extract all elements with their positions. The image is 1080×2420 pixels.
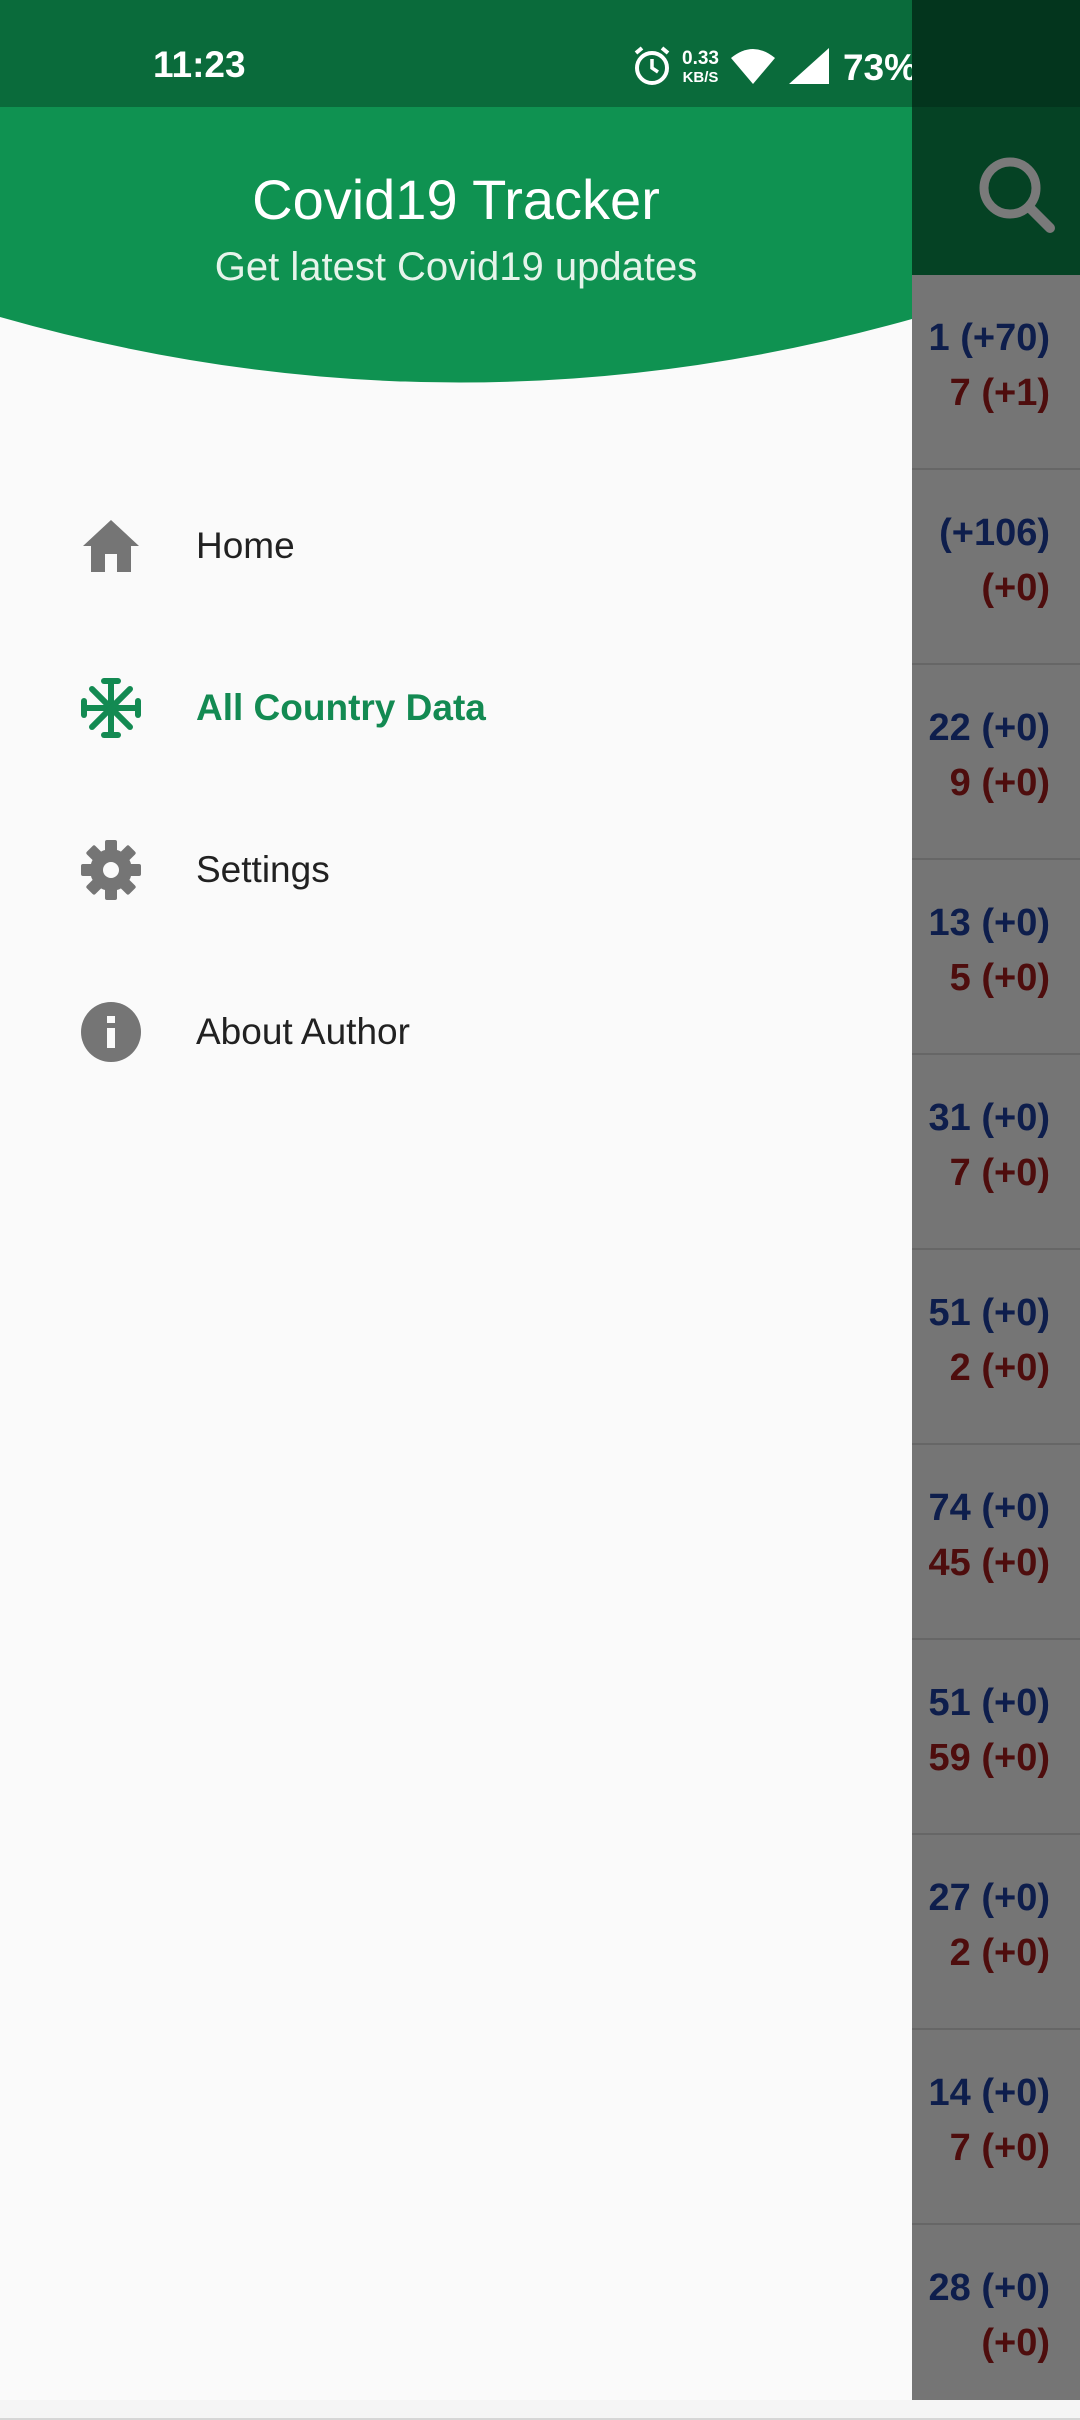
virus-icon xyxy=(78,675,144,741)
menu-item-label: All Country Data xyxy=(196,687,486,728)
gear-icon xyxy=(78,837,144,903)
menu-item-home[interactable]: Home xyxy=(0,465,912,627)
drawer-header: Covid19 Tracker Get latest Covid19 updat… xyxy=(0,107,912,407)
alarm-icon xyxy=(630,44,674,93)
drawer-subtitle: Get latest Covid19 updates xyxy=(214,245,698,289)
menu-item-label: Home xyxy=(196,525,295,566)
menu-item-all-country-data[interactable]: All Country Data xyxy=(0,627,912,789)
battery-percent: 73% xyxy=(842,47,912,88)
network-speed: 0.33 KB/S xyxy=(682,49,719,87)
drawer-title: Covid19 Tracker xyxy=(252,168,660,231)
navigation-drawer: 11:23 0.33 KB/S 73% Covid19 Tracker Get … xyxy=(0,0,912,2400)
drawer-menu: Home All Country Data Settings About Aut… xyxy=(0,465,912,1113)
info-icon xyxy=(78,999,144,1065)
menu-item-label: About Author xyxy=(196,1011,410,1052)
network-speed-unit: KB/S xyxy=(682,69,719,86)
status-bar: 11:23 0.33 KB/S 73% xyxy=(0,0,912,107)
wifi-icon xyxy=(729,46,777,91)
menu-item-label: Settings xyxy=(196,849,330,890)
network-speed-value: 0.33 xyxy=(682,48,719,69)
menu-item-about-author[interactable]: About Author xyxy=(0,951,912,1113)
status-icons: 0.33 KB/S 73% xyxy=(630,40,912,96)
home-icon xyxy=(78,513,144,579)
cellular-signal-icon xyxy=(787,46,831,91)
menu-item-settings[interactable]: Settings xyxy=(0,789,912,951)
status-time: 11:23 xyxy=(153,44,246,85)
